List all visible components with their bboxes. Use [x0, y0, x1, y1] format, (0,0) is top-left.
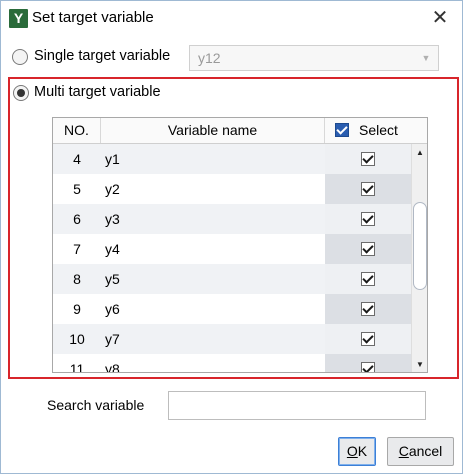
row-select-checkbox[interactable]: [361, 362, 375, 372]
row-select-checkbox[interactable]: [361, 242, 375, 256]
variable-name: y4: [105, 241, 120, 257]
single-target-radio[interactable]: [12, 49, 28, 65]
variable-name: y5: [105, 271, 120, 287]
scroll-up-arrow-icon[interactable]: ▲: [412, 144, 427, 162]
row-number: 9: [73, 301, 81, 317]
scrollbar-thumb[interactable]: [413, 202, 427, 290]
column-header-variable-name[interactable]: Variable name: [101, 118, 325, 143]
dialog-title: Set target variable: [32, 9, 154, 26]
single-target-select-value: y12: [198, 50, 221, 66]
table-body: 4 y1 5 y2 6 y3 7 y4 8 y5 9 y6 10 y7 11 y…: [53, 144, 411, 373]
column-header-select[interactable]: Select: [325, 118, 427, 143]
row-number: 4: [73, 151, 81, 167]
row-select-checkbox[interactable]: [361, 332, 375, 346]
select-cell: [325, 144, 411, 174]
cancel-button[interactable]: Cancel: [387, 437, 454, 466]
select-cell: [325, 294, 411, 324]
row-select-checkbox[interactable]: [361, 272, 375, 286]
table-row[interactable]: 7 y4: [53, 234, 411, 264]
table-header: NO. Variable name Select: [53, 118, 427, 144]
ok-label-rest: K: [357, 443, 368, 459]
select-all-checkbox[interactable]: [335, 123, 349, 137]
title-bar: Y Set target variable ✕: [1, 1, 462, 37]
row-number: 7: [73, 241, 81, 257]
row-select-checkbox[interactable]: [361, 302, 375, 316]
select-cell: [325, 264, 411, 294]
variable-name: y2: [105, 181, 120, 197]
single-target-row: Single target variable y12 ▼: [1, 43, 462, 71]
table-row[interactable]: 9 y6: [53, 294, 411, 324]
row-number: 6: [73, 211, 81, 227]
select-cell: [325, 324, 411, 354]
search-variable-label: Search variable: [47, 397, 145, 413]
table-row[interactable]: 11 y8: [53, 354, 411, 373]
row-select-checkbox[interactable]: [361, 152, 375, 166]
column-header-select-label: Select: [359, 122, 398, 138]
table-row[interactable]: 5 y2: [53, 174, 411, 204]
variable-name: y1: [105, 151, 120, 167]
search-variable-input[interactable]: [168, 391, 426, 420]
select-cell: [325, 174, 411, 204]
row-select-checkbox[interactable]: [361, 182, 375, 196]
search-row: Search variable: [1, 389, 462, 421]
set-target-variable-dialog: Y Set target variable ✕ Single target va…: [0, 0, 463, 474]
column-header-no[interactable]: NO.: [53, 118, 101, 143]
multi-target-radio[interactable]: [13, 85, 29, 101]
ok-button[interactable]: OK: [338, 437, 376, 466]
table-row[interactable]: 10 y7: [53, 324, 411, 354]
ok-mnemonic: O: [346, 443, 358, 459]
close-icon: ✕: [431, 7, 449, 29]
table-row[interactable]: 6 y3: [53, 204, 411, 234]
multi-target-label[interactable]: Multi target variable: [34, 84, 161, 100]
chevron-down-icon: ▼: [421, 53, 431, 63]
app-logo-icon: Y: [9, 9, 28, 28]
select-cell: [325, 354, 411, 372]
row-number: 8: [73, 271, 81, 287]
variable-table: NO. Variable name Select 4 y1 5 y2 6 y3 …: [52, 117, 428, 373]
row-number: 10: [69, 331, 85, 347]
cancel-label-rest: ancel: [408, 443, 443, 459]
table-row[interactable]: 8 y5: [53, 264, 411, 294]
vertical-scrollbar[interactable]: ▲ ▼: [411, 144, 427, 372]
row-number: 5: [73, 181, 81, 197]
cancel-mnemonic: C: [398, 443, 409, 459]
variable-name: y8: [105, 361, 120, 373]
close-button[interactable]: ✕: [430, 7, 450, 29]
variable-name: y7: [105, 331, 120, 347]
row-number: 11: [69, 361, 85, 373]
single-target-label[interactable]: Single target variable: [34, 48, 170, 64]
select-cell: [325, 234, 411, 264]
single-target-select[interactable]: y12 ▼: [189, 45, 439, 71]
variable-name: y3: [105, 211, 120, 227]
multi-target-group: Multi target variable NO. Variable name …: [8, 77, 459, 379]
table-row[interactable]: 4 y1: [53, 144, 411, 174]
scroll-down-arrow-icon[interactable]: ▼: [412, 356, 427, 372]
row-select-checkbox[interactable]: [361, 212, 375, 226]
select-cell: [325, 204, 411, 234]
variable-name: y6: [105, 301, 120, 317]
